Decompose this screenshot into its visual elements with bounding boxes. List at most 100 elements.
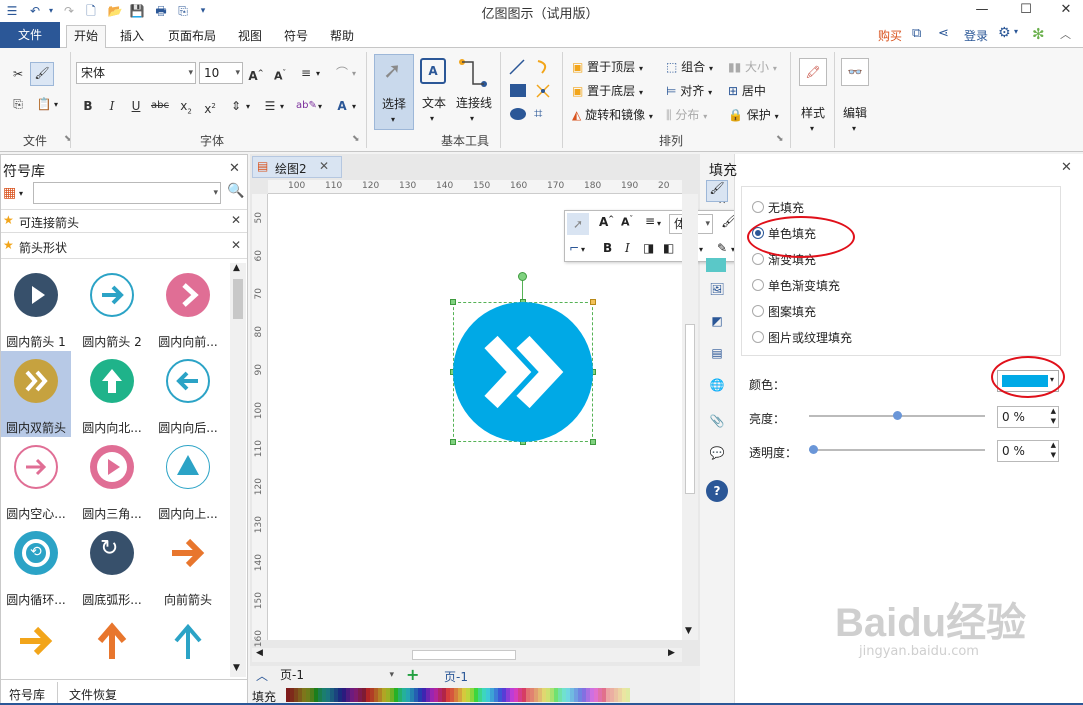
attachment-icon[interactable]: 📎: [706, 414, 728, 436]
hyperlink-icon[interactable]: 🌐: [706, 378, 728, 400]
maximize-button[interactable]: ☐: [1006, 0, 1046, 22]
transparency-slider-thumb[interactable]: [809, 445, 818, 454]
paste-dropdown-icon[interactable]: ▾: [54, 100, 58, 109]
library-grid-icon[interactable]: ▦: [3, 185, 16, 201]
line-tool-icon[interactable]: [508, 58, 526, 76]
size-button[interactable]: ▮▮ 大小 ▾: [728, 58, 777, 78]
share-screen-icon[interactable]: ⧉: [912, 26, 921, 41]
mini-connector-icon[interactable]: ⌐: [569, 241, 579, 255]
font-name-combo[interactable]: 宋体 ▾: [76, 62, 196, 84]
rotate-mirror-button[interactable]: ◭ 旋转和镜像 ▾: [572, 106, 653, 126]
share-icon[interactable]: ⋖: [938, 26, 949, 41]
connector-tool-button[interactable]: 连接线 ▾: [454, 54, 494, 130]
scroll-left-icon[interactable]: ◀: [256, 648, 263, 658]
scroll-up-icon[interactable]: ▲: [233, 263, 240, 273]
symbol-item[interactable]: 圆内空心...: [1, 437, 71, 521]
minimize-button[interactable]: —: [962, 0, 1002, 22]
mini-front-icon[interactable]: ◨: [643, 241, 654, 255]
scroll-down-icon[interactable]: ▼: [233, 663, 240, 673]
copy-icon[interactable]: ⎘: [8, 94, 28, 114]
redo-icon[interactable]: ↷: [60, 2, 78, 20]
edit-button[interactable]: 👓 编辑 ▾: [838, 54, 872, 133]
close-window-button[interactable]: ✕: [1046, 0, 1083, 22]
ellipse-tool-icon[interactable]: [510, 108, 526, 120]
close-fill-panel-icon[interactable]: ✕: [1061, 160, 1072, 175]
center-button[interactable]: ⊞ 居中: [728, 82, 766, 100]
font-group-launcher-icon[interactable]: ⬊: [352, 134, 360, 144]
add-page-icon[interactable]: +: [406, 665, 419, 684]
brightness-slider-thumb[interactable]: [893, 411, 902, 420]
symbol-item[interactable]: 圆内向后...: [153, 351, 223, 435]
tab-home[interactable]: 开始: [66, 25, 106, 49]
save-icon[interactable]: 💾: [128, 2, 146, 20]
arrange-group-launcher-icon[interactable]: ⬊: [776, 134, 784, 144]
symbol-item[interactable]: 圆内向上...: [153, 437, 223, 521]
crosshair-tool-icon[interactable]: [534, 82, 552, 100]
rectangle-tool-icon[interactable]: [510, 84, 526, 97]
category-arrow-shapes[interactable]: ★ 箭头形状 ✕: [1, 235, 247, 259]
color-palette[interactable]: [286, 688, 630, 702]
text-highlight-icon[interactable]: ab✎: [296, 96, 317, 116]
spinner-icon[interactable]: ▲ ▼: [1051, 440, 1056, 460]
paste-icon[interactable]: 📋: [34, 94, 54, 114]
comment-icon[interactable]: 💬: [706, 446, 728, 468]
mini-align-icon[interactable]: ≡: [645, 214, 655, 228]
mini-back-icon[interactable]: ◧: [663, 241, 674, 255]
crop-tool-icon[interactable]: ⌗: [534, 104, 542, 122]
close-library-icon[interactable]: ✕: [229, 161, 240, 176]
mini-pointer-icon[interactable]: ➚: [567, 213, 589, 235]
group-button[interactable]: ⬚ 组合 ▾: [666, 58, 713, 78]
tab-page-layout[interactable]: 页面布局: [160, 26, 224, 48]
text-tool-button[interactable]: A 文本 ▾: [416, 54, 452, 130]
canvas-scroll-thumb[interactable]: [685, 324, 695, 494]
export-icon[interactable]: ⎘: [174, 2, 192, 20]
mini-grow-font-icon[interactable]: A^: [599, 215, 614, 229]
cut-icon[interactable]: ✂: [8, 64, 28, 84]
library-scroll-thumb[interactable]: [233, 279, 243, 319]
document-tab[interactable]: ▤ 绘图2 ✕: [252, 156, 342, 178]
protect-button[interactable]: 🔒 保护 ▾: [728, 106, 779, 126]
palette-swatch[interactable]: [626, 688, 630, 702]
font-color-icon[interactable]: A: [332, 96, 352, 116]
tab-view[interactable]: 视图: [230, 26, 270, 48]
spacing-icon[interactable]: ⇕: [226, 96, 246, 116]
mini-shrink-font-icon[interactable]: Aˇ: [621, 215, 633, 229]
subscript-icon[interactable]: x2: [176, 96, 196, 116]
up-arrow-blue-icon[interactable]: [166, 619, 210, 663]
close-category-icon[interactable]: ✕: [231, 213, 241, 227]
line-panel-icon[interactable]: [706, 258, 726, 272]
page-tab[interactable]: 页-1: [444, 668, 468, 685]
page-setup-icon[interactable]: ▤: [706, 346, 728, 368]
symbol-item[interactable]: ↻ 圆底弧形...: [77, 523, 147, 607]
scroll-right-icon[interactable]: ▶: [668, 648, 675, 658]
settings-gear-icon[interactable]: ⚙: [998, 25, 1011, 41]
spinner-icon[interactable]: ▲ ▼: [1051, 406, 1056, 426]
transparency-slider[interactable]: [809, 445, 985, 454]
bold-icon[interactable]: B: [78, 96, 98, 116]
underline-icon[interactable]: U: [126, 96, 146, 116]
app-menu-icon[interactable]: ☰: [4, 2, 20, 20]
canvas-vertical-scrollbar[interactable]: ▼: [682, 194, 698, 640]
print-icon[interactable]: 🖶: [152, 2, 170, 20]
theme-icon[interactable]: ✻: [1032, 25, 1045, 43]
paragraph-align-icon[interactable]: ≡: [296, 63, 316, 83]
tab-insert[interactable]: 插入: [112, 26, 152, 48]
highlight-dropdown-icon[interactable]: ▾: [318, 102, 322, 111]
symbol-item[interactable]: 向前箭头: [153, 523, 223, 607]
close-category-icon[interactable]: ✕: [231, 238, 241, 252]
undo-dropdown-icon[interactable]: ▾: [46, 2, 56, 20]
symbol-item-selected[interactable]: 圆内双箭头: [1, 351, 71, 437]
help-icon[interactable]: ?: [706, 480, 728, 502]
scroll-down-icon[interactable]: ▼: [685, 626, 692, 636]
tab-symbol-library[interactable]: 符号库: [9, 686, 45, 703]
file-menu-button[interactable]: 文件: [0, 22, 60, 48]
spacing-dropdown-icon[interactable]: ▾: [246, 102, 250, 111]
collapse-ribbon-icon[interactable]: ︿: [1060, 26, 1071, 42]
symbol-item[interactable]: 圆内箭头 2: [77, 265, 147, 349]
symbol-item[interactable]: 圆内箭头 1: [1, 265, 71, 349]
tab-file-recovery[interactable]: 文件恢复: [69, 686, 117, 703]
font-size-combo[interactable]: 10 ▾: [199, 62, 243, 84]
fill-panel-icon[interactable]: 🖌: [706, 180, 728, 202]
category-connectable-arrows[interactable]: ★ 可连接箭头 ✕: [1, 209, 247, 233]
mini-bold-icon[interactable]: B: [603, 241, 612, 255]
